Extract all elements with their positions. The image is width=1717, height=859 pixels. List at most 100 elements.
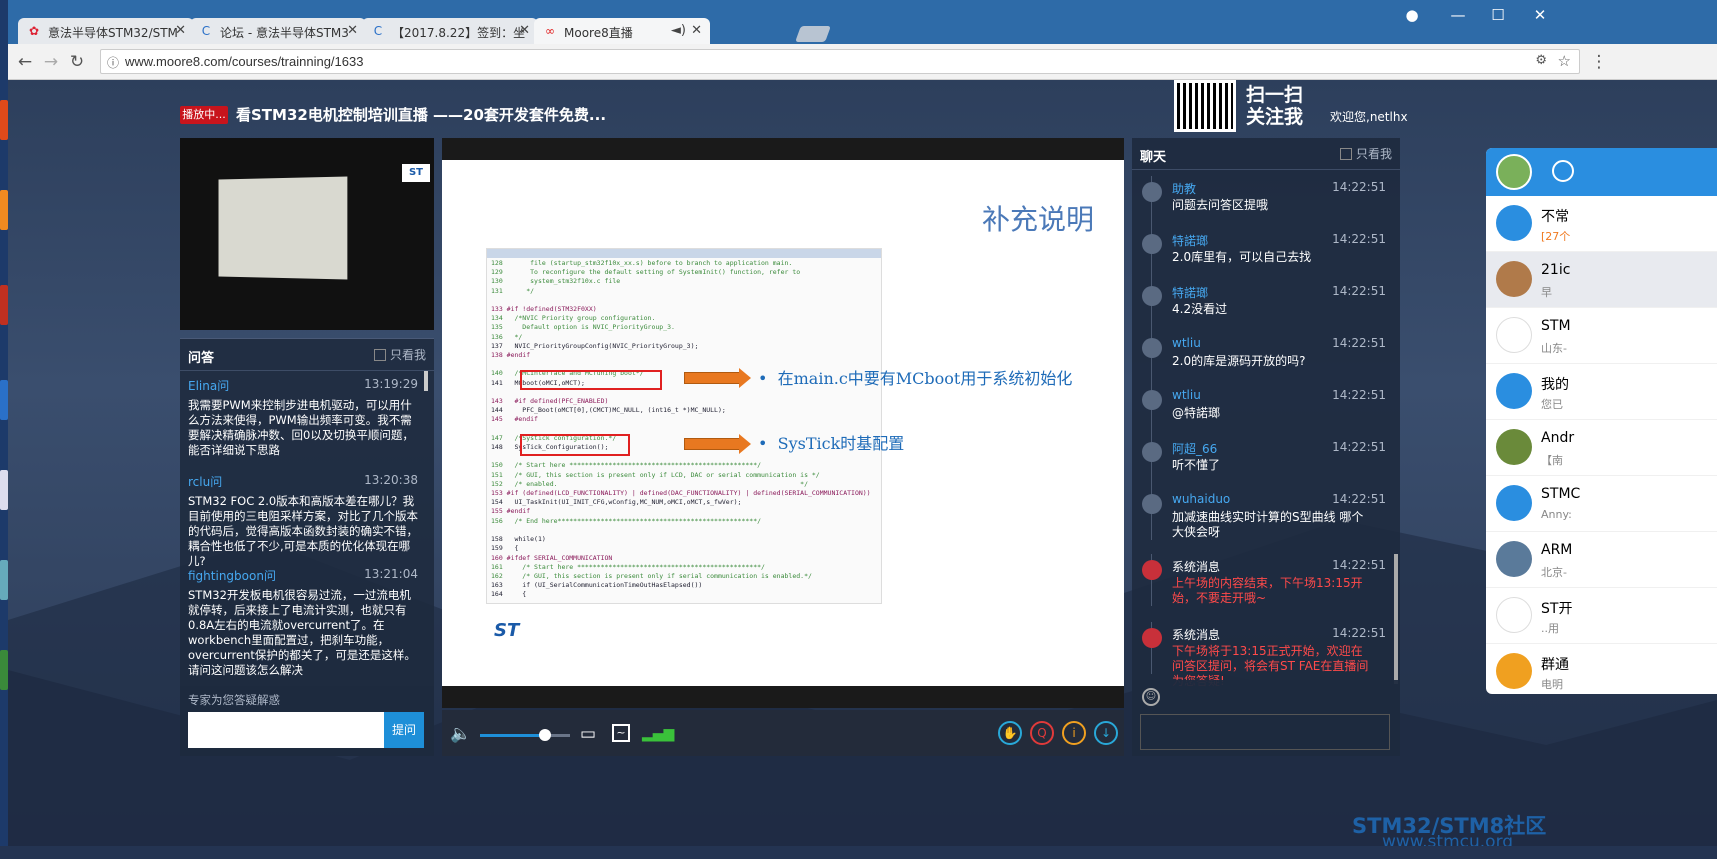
chat-user[interactable]: 系统消息	[1172, 626, 1220, 643]
welcome-text[interactable]: 欢迎您,netlhx	[1330, 108, 1408, 125]
tab-label: 论坛 - 意法半导体STM3	[220, 26, 349, 40]
bookmark-star-icon[interactable]: ☆	[1558, 52, 1571, 70]
chat-only-me-toggle[interactable]: 只看我	[1339, 145, 1392, 162]
contact-name: 不常	[1541, 209, 1569, 225]
contact-avatar-icon	[1496, 261, 1532, 297]
menu-icon[interactable]: ⋮	[1588, 51, 1610, 73]
highlight-box	[520, 370, 662, 390]
desktop-icon[interactable]	[0, 560, 8, 600]
contact-name: ARM	[1541, 542, 1573, 558]
qa-text: 我需要PWM来控制步进电机驱动，可以用什么方法来使得，PWM输出频率可变。我不需…	[188, 398, 414, 457]
qq-contact[interactable]: STM 山东-	[1486, 308, 1717, 364]
qq-contact[interactable]: 21ic 早	[1486, 252, 1717, 308]
url-text: www.moore8.com/courses/trainning/1633	[125, 54, 364, 69]
desktop-icon[interactable]	[0, 650, 8, 690]
chat-user[interactable]: wtliu	[1172, 388, 1201, 402]
chat-user[interactable]: 特諾瑯	[1172, 232, 1208, 249]
camera-icon[interactable]: ▭	[580, 724, 596, 744]
tab-stm32[interactable]: ✿ 意法半导体STM32/STM ✕	[18, 18, 194, 44]
emoji-icon[interactable]: ☺	[1142, 688, 1160, 706]
contact-preview: 北京-	[1541, 566, 1567, 579]
contact-avatar-icon	[1496, 485, 1532, 521]
screen-share-icon[interactable]: ~	[612, 724, 630, 742]
qq-contact[interactable]: 不常 [27个	[1486, 196, 1717, 252]
checkbox[interactable]	[373, 349, 386, 361]
chat-footer: ☺	[1132, 680, 1400, 756]
contact-preview: 您已	[1541, 398, 1563, 411]
arrow-icon	[684, 434, 751, 454]
chat-avatar-icon	[1142, 234, 1162, 254]
qq-contact[interactable]: 群通 电明	[1486, 644, 1717, 694]
tab-forum[interactable]: C 论坛 - 意法半导体STM3 ✕	[190, 18, 366, 44]
chat-user[interactable]: 特諾瑯	[1172, 284, 1208, 301]
download-icon[interactable]: ↓	[1094, 721, 1118, 745]
chat-message: wtliu 14:22:51 @特諾瑯	[1132, 384, 1400, 436]
slide-title: 补充说明	[981, 203, 1094, 236]
page-title: 看STM32电机控制培训直播 ——20套开发套件免费...	[236, 106, 607, 124]
camera-view[interactable]: ST	[180, 138, 434, 330]
back-icon[interactable]: ←	[14, 51, 36, 73]
avatar[interactable]	[1496, 154, 1532, 190]
qa-only-me-toggle[interactable]: 只看我	[373, 346, 426, 363]
only-me-label: 只看我	[389, 348, 426, 362]
close-icon[interactable]: ✕	[347, 23, 358, 38]
desktop-icon[interactable]	[0, 190, 8, 230]
tab-signin[interactable]: C 【2017.8.22】签到：坐 ✕	[362, 18, 538, 44]
desktop-icon[interactable]	[0, 470, 8, 510]
chat-user[interactable]: 系统消息	[1172, 558, 1220, 575]
desktop-icon[interactable]	[0, 100, 8, 140]
reload-icon[interactable]: ↻	[66, 51, 88, 73]
highlight-box	[520, 434, 630, 456]
volume-icon[interactable]: 🔈	[450, 724, 471, 744]
qq-contact[interactable]: Andr 【南	[1486, 420, 1717, 476]
volume-knob[interactable]	[538, 729, 551, 741]
page-info-icon[interactable]: ⓘ	[107, 54, 119, 71]
desktop-icon[interactable]	[0, 285, 8, 325]
maximize-button[interactable]: ☐	[1480, 4, 1516, 26]
search-icon[interactable]	[1552, 160, 1574, 182]
chat-time: 14:22:51	[1332, 440, 1386, 454]
close-icon[interactable]: ✕	[175, 23, 186, 38]
qa-icon[interactable]: Q	[1030, 721, 1054, 745]
close-window-button[interactable]: ✕	[1522, 4, 1558, 26]
qq-contact[interactable]: ST开 ..用	[1486, 588, 1717, 644]
profile-icon[interactable]: ●	[1394, 4, 1430, 26]
page-content: 播放中... 看STM32电机控制培训直播 ——20套开发套件免费... 扫一扫…	[8, 80, 1717, 846]
extension-icon[interactable]: ⚙	[1535, 53, 1547, 68]
contact-avatar-icon	[1496, 317, 1532, 353]
tab-moore8[interactable]: ∞ Moore8直播 ◄) ✕	[534, 18, 710, 44]
hand-icon[interactable]: ✋	[998, 721, 1022, 745]
qq-contact[interactable]: STMC Anny:	[1486, 476, 1717, 532]
main-video[interactable]: 补充说明 128 file (startup_stm32f10x_xx.s) b…	[442, 138, 1124, 708]
forward-icon[interactable]: →	[40, 51, 62, 73]
chat-input[interactable]	[1140, 714, 1390, 750]
address-bar[interactable]: ⓘ www.moore8.com/courses/trainning/1633 …	[100, 49, 1580, 74]
qa-input[interactable]	[188, 712, 384, 748]
contact-preview: [27个	[1541, 230, 1571, 243]
minimize-button[interactable]: —	[1440, 4, 1476, 26]
chat-user[interactable]: wuhaiduo	[1172, 492, 1230, 506]
qq-contact[interactable]: ARM 北京-	[1486, 532, 1717, 588]
qq-contact[interactable]: 我的 您已	[1486, 364, 1717, 420]
ask-button[interactable]: 提问	[384, 712, 424, 748]
desktop-icon[interactable]	[0, 380, 8, 420]
checkbox[interactable]	[1339, 148, 1352, 160]
close-icon[interactable]: ✕	[691, 23, 702, 38]
slide-bullet: • SysTick时基配置	[758, 434, 905, 453]
st-logo: ST	[494, 620, 520, 641]
new-tab-button[interactable]	[795, 26, 831, 42]
chat-user[interactable]: 阿超_66	[1172, 440, 1217, 457]
chat-user[interactable]: wtliu	[1172, 336, 1201, 350]
audio-icon[interactable]: ◄)	[671, 23, 686, 38]
loading-icon: C	[373, 24, 383, 38]
volume-slider[interactable]	[480, 729, 570, 741]
chat-time: 14:22:51	[1332, 284, 1386, 298]
close-icon[interactable]: ✕	[519, 23, 530, 38]
chat-user[interactable]: 助教	[1172, 180, 1196, 197]
tab-label: 意法半导体STM32/STM	[48, 26, 178, 40]
st-favicon-icon: ✿	[28, 24, 40, 38]
chat-scrollbar[interactable]	[1394, 554, 1398, 684]
qa-scrollbar[interactable]	[424, 371, 428, 391]
info-icon[interactable]: i	[1062, 721, 1086, 745]
live-badge: 播放中...	[180, 106, 228, 124]
